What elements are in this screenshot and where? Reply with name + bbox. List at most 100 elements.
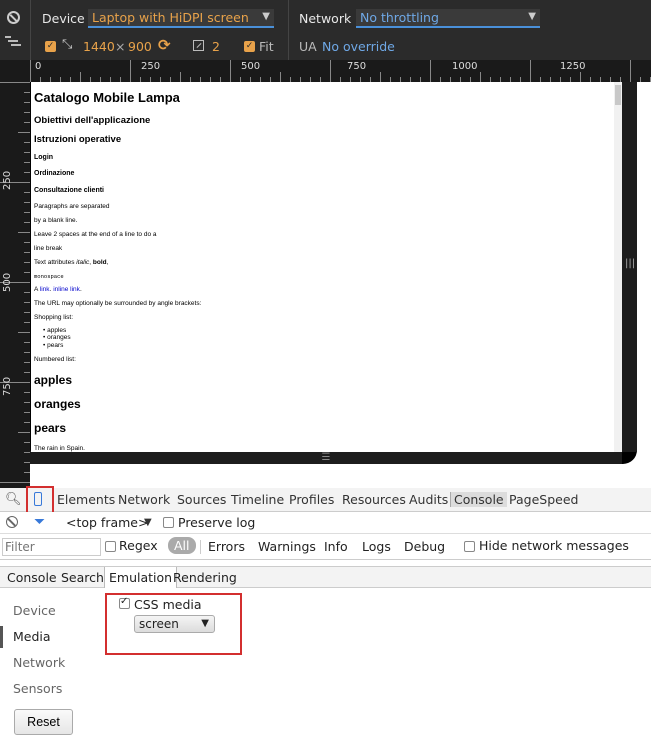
- highlight-box: [26, 486, 54, 514]
- paragraph: Numbered list:: [34, 356, 76, 363]
- no-entry-icon[interactable]: [7, 11, 20, 24]
- level-all[interactable]: All: [168, 537, 196, 554]
- ruler-tick: [0, 482, 30, 483]
- dropdown-arrow-icon: ▼: [528, 11, 536, 22]
- css-media-checkbox[interactable]: [119, 596, 130, 609]
- dropdown-arrow-icon[interactable]: ▼: [144, 517, 152, 528]
- ruler-label: 0: [35, 61, 42, 72]
- resize-handle-bottom[interactable]: ☰: [30, 452, 622, 464]
- level-info[interactable]: Info: [324, 539, 348, 554]
- resize-handle-right[interactable]: |||: [622, 82, 637, 452]
- inline-link[interactable]: inline link: [53, 286, 80, 293]
- level-errors[interactable]: Errors: [208, 539, 245, 554]
- page-viewport[interactable]: Catalogo Mobile Lampa Obiettivi dell'app…: [31, 82, 622, 452]
- frame-select[interactable]: <top frame>: [66, 515, 148, 530]
- ruler-label: 1000: [452, 61, 478, 72]
- ruler-tick: [24, 472, 30, 473]
- paragraph: Shopping list:: [34, 314, 74, 321]
- tab-profiles[interactable]: Profiles: [289, 492, 334, 507]
- page-scrollbar-thumb[interactable]: [615, 85, 621, 105]
- drawer-tab-search[interactable]: Search: [61, 570, 104, 585]
- ruler-label: 750: [347, 61, 367, 72]
- ruler-label: 250: [2, 170, 13, 190]
- css-media-label: CSS media: [134, 597, 202, 612]
- ruler-tick: [380, 72, 381, 82]
- css-media-select[interactable]: screen ▼: [134, 615, 215, 633]
- width-field[interactable]: 1440: [83, 39, 115, 54]
- network-select-value: No throttling: [360, 10, 439, 25]
- page-title: Catalogo Mobile Lampa: [34, 90, 180, 105]
- selected-marker: [0, 626, 3, 648]
- tab-timeline[interactable]: Timeline: [231, 492, 284, 507]
- side-item-sensors[interactable]: Sensors: [13, 681, 62, 696]
- network-label: Network: [299, 11, 352, 26]
- tab-sources[interactable]: Sources: [177, 492, 226, 507]
- clear-console-icon[interactable]: [6, 516, 18, 528]
- screencast-icon[interactable]: [5, 36, 21, 48]
- drawer-tab-rendering[interactable]: Rendering: [173, 570, 237, 585]
- ruler-label: 250: [141, 61, 161, 72]
- swap-dimensions-icon[interactable]: ⟳: [158, 36, 171, 54]
- tab-pagespeed[interactable]: PageSpeed: [509, 492, 578, 507]
- numbered-heading: oranges: [34, 397, 81, 411]
- side-item-media[interactable]: Media: [13, 629, 51, 644]
- ruler-tick: [330, 60, 331, 82]
- device-pixel-ratio-icon: [193, 40, 204, 51]
- paragraph: line break: [34, 245, 63, 252]
- level-warnings[interactable]: Warnings: [258, 539, 316, 554]
- reset-button[interactable]: Reset: [14, 709, 73, 735]
- filter-input[interactable]: [2, 538, 101, 556]
- ruler-tick: [130, 60, 131, 82]
- side-item-device[interactable]: Device: [13, 603, 56, 618]
- height-field[interactable]: 900: [128, 39, 152, 54]
- tab-audits[interactable]: Audits: [409, 492, 448, 507]
- tab-network[interactable]: Network: [118, 492, 170, 507]
- filter-icon[interactable]: ⏷: [34, 514, 45, 530]
- drawer-tab-console[interactable]: Console: [7, 570, 57, 585]
- fit-checkbox[interactable]: ✓: [244, 41, 255, 52]
- ruler-tick: [30, 60, 31, 82]
- device-select-value: Laptop with HiDPI screen: [92, 10, 249, 25]
- dropdown-arrow-icon: ▼: [201, 618, 209, 629]
- drawer-tab-emulation[interactable]: Emulation: [104, 567, 178, 588]
- network-select[interactable]: No throttling ▼: [356, 9, 540, 28]
- ruler-tick: [430, 60, 431, 82]
- ruler-tick: [18, 332, 30, 333]
- ua-label: UA: [299, 39, 317, 54]
- hide-network-checkbox[interactable]: [464, 541, 475, 552]
- preserve-log-label: Preserve log: [178, 515, 256, 530]
- link[interactable]: link: [40, 286, 50, 293]
- text: .: [79, 286, 82, 293]
- heading-instructions: Istruzioni operative: [34, 134, 122, 145]
- tab-elements[interactable]: Elements: [57, 492, 115, 507]
- ruler-tick: [640, 77, 641, 82]
- preserve-log-checkbox[interactable]: [163, 517, 174, 528]
- search-icon[interactable]: 🔍︎: [5, 492, 22, 507]
- device-select[interactable]: Laptop with HiDPI screen ▼: [88, 9, 274, 28]
- device-label: Device: [42, 11, 85, 26]
- page-scrollbar[interactable]: [614, 82, 622, 452]
- ruler-tick: [480, 72, 481, 82]
- fit-label: Fit: [259, 39, 274, 54]
- side-item-network[interactable]: Network: [13, 655, 65, 670]
- tab-console[interactable]: Console: [450, 492, 507, 507]
- ua-value[interactable]: No override: [322, 39, 395, 54]
- ruler-label: 500: [241, 61, 261, 72]
- regex-checkbox[interactable]: [105, 541, 116, 552]
- horizontal-ruler: 0 250 500 750 1000 1250: [30, 60, 651, 82]
- list-item: • oranges: [43, 334, 71, 341]
- level-logs[interactable]: Logs: [362, 539, 391, 554]
- ruler-tick: [580, 72, 581, 82]
- list-item: • pears: [43, 342, 64, 349]
- hide-network-label: Hide network messages: [479, 538, 629, 553]
- list-item-text: pears: [47, 342, 64, 349]
- dropdown-arrow-icon: ▼: [262, 11, 270, 22]
- tab-resources[interactable]: Resources: [342, 492, 406, 507]
- paragraph: Paragraphs are separated: [34, 203, 110, 210]
- dpr-field[interactable]: 2: [212, 39, 220, 54]
- resolution-checkbox[interactable]: ✓: [45, 41, 56, 52]
- ruler-tick: [80, 72, 81, 82]
- level-debug[interactable]: Debug: [404, 539, 445, 554]
- vertical-ruler: 250 500 750: [0, 82, 30, 488]
- console-filter-bar: Regex All Errors Warnings Info Logs Debu…: [0, 534, 651, 560]
